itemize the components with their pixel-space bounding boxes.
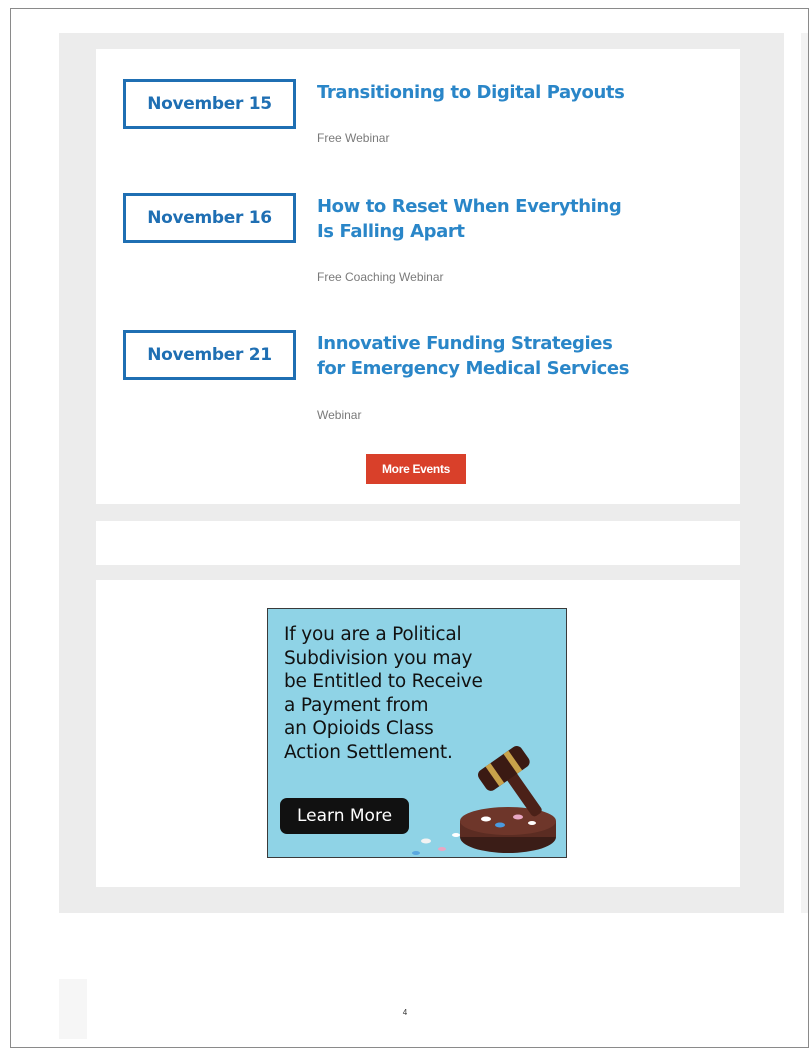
right-margin-strip bbox=[801, 33, 808, 913]
spacer-panel bbox=[96, 521, 740, 565]
footer-faint-mark bbox=[59, 979, 87, 1039]
event-date: November 21 bbox=[147, 345, 272, 365]
event-type: Free Coaching Webinar bbox=[317, 270, 444, 284]
event-date-box: November 21 bbox=[123, 330, 296, 380]
gavel-icon bbox=[412, 746, 556, 855]
more-events-button[interactable]: More Events bbox=[366, 454, 466, 484]
event-title-link[interactable]: How to Reset When Everything Is Falling … bbox=[317, 194, 637, 244]
ad-line: a Payment from bbox=[284, 694, 429, 716]
event-type: Free Webinar bbox=[317, 131, 390, 145]
ad-line: Subdivision you may bbox=[284, 647, 473, 669]
ad-line: If you are a Political bbox=[284, 624, 462, 645]
page-frame: November 15 Transitioning to Digital Pay… bbox=[10, 8, 809, 1048]
learn-more-button[interactable]: Learn More bbox=[280, 798, 409, 834]
ad-panel: If you are a Political Subdivision you m… bbox=[96, 580, 740, 887]
opioid-settlement-ad[interactable]: If you are a Political Subdivision you m… bbox=[267, 608, 567, 858]
event-date-box: November 16 bbox=[123, 193, 296, 243]
ad-line: be Entitled to Receive bbox=[284, 671, 483, 692]
page-number: 4 bbox=[402, 1008, 408, 1017]
event-title-link[interactable]: Innovative Funding Strategies for Emerge… bbox=[317, 331, 637, 381]
events-panel: November 15 Transitioning to Digital Pay… bbox=[96, 49, 740, 504]
event-date: November 16 bbox=[147, 208, 272, 228]
event-type: Webinar bbox=[317, 408, 362, 422]
event-date: November 15 bbox=[147, 94, 272, 114]
event-date-box: November 15 bbox=[123, 79, 296, 129]
event-title-link[interactable]: Transitioning to Digital Payouts bbox=[317, 80, 637, 105]
